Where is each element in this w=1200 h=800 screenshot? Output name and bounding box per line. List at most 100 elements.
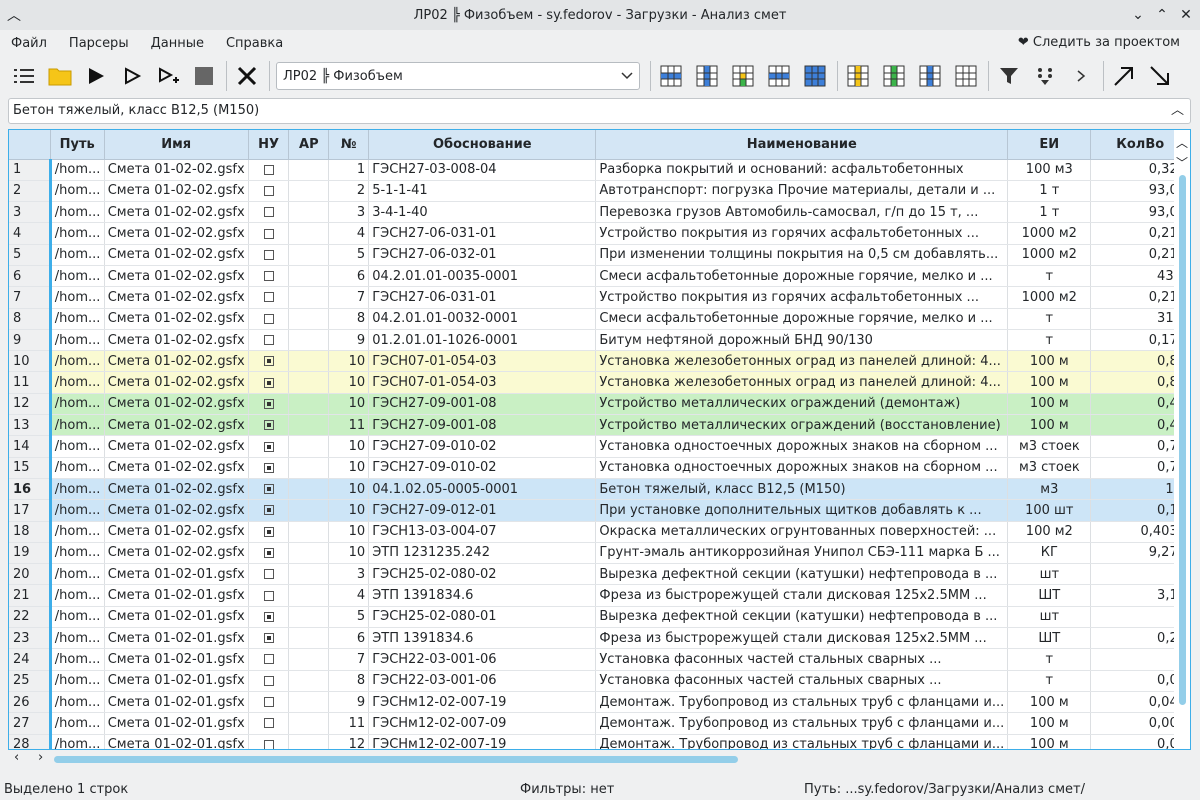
cell-basis[interactable]: ЭТП 1231235.242 [368, 542, 597, 565]
cell-name[interactable]: Смета 01-02-02.gsfx [104, 457, 249, 479]
cell-basis[interactable]: 04.2.01.01-0032-0001 [368, 308, 597, 330]
grid-all-icon[interactable] [801, 62, 829, 90]
cell-name[interactable]: Смета 01-02-02.gsfx [104, 201, 249, 224]
cell-path[interactable]: /hom... [50, 691, 105, 714]
cell-unit[interactable]: 100 м [1007, 712, 1092, 735]
cell-name[interactable]: Смета 01-02-01.gsfx [104, 670, 249, 692]
cell-path[interactable]: /hom... [50, 563, 105, 586]
close-icon[interactable]: ✕ [1174, 0, 1198, 30]
cell-name[interactable]: Смета 01-02-02.gsfx [104, 478, 249, 501]
cell-unit[interactable]: м3 стоек [1007, 435, 1092, 458]
col-header-path[interactable]: Путь [50, 130, 105, 160]
cell-nu[interactable] [248, 371, 290, 394]
cell-path[interactable]: /hom... [50, 308, 105, 330]
grid-col-icon[interactable] [916, 62, 944, 90]
checkbox[interactable] [263, 356, 274, 367]
scroll-thumb[interactable] [1179, 175, 1186, 705]
row-number[interactable]: 19 [9, 542, 52, 565]
checkbox[interactable] [263, 292, 274, 303]
cell-num[interactable]: 4 [328, 584, 370, 607]
cell-num[interactable]: 10 [328, 521, 370, 543]
cell-title[interactable]: Фреза из быстрорежущей стали дисковая 12… [595, 584, 1009, 607]
cell-unit[interactable]: т [1007, 670, 1092, 692]
cell-num[interactable]: 9 [328, 329, 370, 352]
cell-unit[interactable]: 1 т [1007, 180, 1092, 203]
cell-ar[interactable] [288, 521, 330, 543]
stop-icon[interactable] [190, 62, 218, 90]
cell-name[interactable]: Смета 01-02-02.gsfx [104, 244, 249, 266]
cell-path[interactable]: /hom... [50, 329, 105, 352]
cell-unit[interactable]: т [1007, 308, 1092, 330]
cell-unit[interactable]: шт [1007, 606, 1092, 629]
cell-ar[interactable] [288, 457, 330, 479]
cell-basis[interactable]: ГЭСН27-06-031-01 [368, 286, 597, 309]
cell-title[interactable]: Установка железобетонных оград из панеле… [595, 350, 1009, 373]
cell-ar[interactable] [288, 648, 330, 671]
cell-num[interactable]: 3 [328, 201, 370, 224]
cell-nu[interactable] [248, 648, 290, 671]
cell-unit[interactable]: шт [1007, 563, 1092, 586]
cell-num[interactable]: 10 [328, 435, 370, 458]
row-number[interactable]: 27 [9, 712, 52, 735]
row-number[interactable]: 10 [9, 350, 52, 373]
cell-title[interactable]: Автотранспорт: погрузка Прочие материалы… [595, 180, 1009, 203]
cell-basis[interactable]: ГЭСН07-01-054-03 [368, 371, 597, 394]
cell-nu[interactable] [248, 584, 290, 607]
cell-ar[interactable] [288, 542, 330, 565]
cell-basis[interactable]: ЭТП 1391834.6 [368, 584, 597, 607]
cell-num[interactable]: 10 [328, 478, 370, 501]
cell-unit[interactable]: 100 м2 [1007, 521, 1092, 543]
cell-path[interactable]: /hom... [50, 159, 105, 181]
row-number[interactable]: 16 [9, 478, 52, 501]
cell-nu[interactable] [248, 457, 290, 479]
cell-ar[interactable] [288, 670, 330, 692]
cell-basis[interactable]: ГЭСН25-02-080-01 [368, 606, 597, 629]
cell-num[interactable]: 4 [328, 222, 370, 245]
menu-help[interactable]: Справка [226, 36, 283, 51]
cell-basis[interactable]: 5-1-1-41 [368, 180, 597, 203]
row-number[interactable]: 11 [9, 371, 52, 394]
cell-name[interactable]: Смета 01-02-01.gsfx [104, 648, 249, 671]
row-number[interactable]: 4 [9, 222, 52, 245]
cell-unit[interactable]: 1 т [1007, 201, 1092, 224]
cell-num[interactable]: 5 [328, 606, 370, 629]
cell-ar[interactable] [288, 308, 330, 330]
checkbox[interactable] [263, 633, 274, 644]
table-row[interactable]: 26/hom... Смета 01-02-01.gsfx 9 ГЭСНм12-02-… [9, 691, 1190, 714]
cell-nu[interactable] [248, 180, 290, 203]
table-row[interactable]: 22/hom... Смета 01-02-01.gsfx 5 ГЭСН25-02-0… [9, 606, 1190, 629]
grid-yellow-icon[interactable] [844, 62, 872, 90]
checkbox[interactable] [263, 505, 274, 516]
row-number[interactable]: 9 [9, 329, 52, 352]
cell-nu[interactable] [248, 329, 290, 352]
menu-file[interactable]: Файл [11, 36, 47, 51]
cell-name[interactable]: Смета 01-02-02.gsfx [104, 542, 249, 565]
cell-ar[interactable] [288, 499, 330, 522]
cell-ar[interactable] [288, 371, 330, 394]
cell-title[interactable]: При изменении толщины покрытия на 0,5 см… [595, 244, 1009, 266]
scroll-left-icon[interactable]: ‹ [14, 750, 19, 765]
horizontal-scrollbar[interactable]: ‹ › [8, 750, 1191, 768]
table-row[interactable]: 12/hom... Смета 01-02-02.gsfx 10 ГЭСН27-09-… [9, 393, 1190, 416]
cell-ar[interactable] [288, 393, 330, 416]
cell-title[interactable]: Установка фасонных частей стальных сварн… [595, 648, 1009, 671]
cell-title[interactable]: Битум нефтяной дорожный БНД 90/130 [595, 329, 1009, 352]
cell-path[interactable]: /hom... [50, 734, 105, 749]
checkbox[interactable] [263, 569, 274, 580]
cell-basis[interactable]: ГЭСНм12-02-007-19 [368, 691, 597, 714]
cell-name[interactable]: Смета 01-02-02.gsfx [104, 159, 249, 181]
cell-nu[interactable] [248, 606, 290, 629]
cell-num[interactable]: 10 [328, 457, 370, 479]
menu-data[interactable]: Данные [151, 36, 204, 51]
scroll-right-icon[interactable]: › [38, 750, 43, 765]
table-row[interactable]: 8/hom... Смета 01-02-02.gsfx 8 04.2.01.01-0… [9, 308, 1190, 330]
grid-green-icon[interactable] [880, 62, 908, 90]
cell-basis[interactable]: ГЭСН27-09-010-02 [368, 457, 597, 479]
cell-unit[interactable]: ШТ [1007, 584, 1092, 607]
cell-basis[interactable]: ГЭСН13-03-004-07 [368, 521, 597, 543]
grid-plain-icon[interactable] [952, 62, 980, 90]
cell-unit[interactable]: 100 м [1007, 414, 1092, 437]
cell-basis[interactable]: ГЭСНм12-02-007-19 [368, 734, 597, 749]
cell-ar[interactable] [288, 414, 330, 437]
play-outline-icon[interactable] [118, 62, 146, 90]
